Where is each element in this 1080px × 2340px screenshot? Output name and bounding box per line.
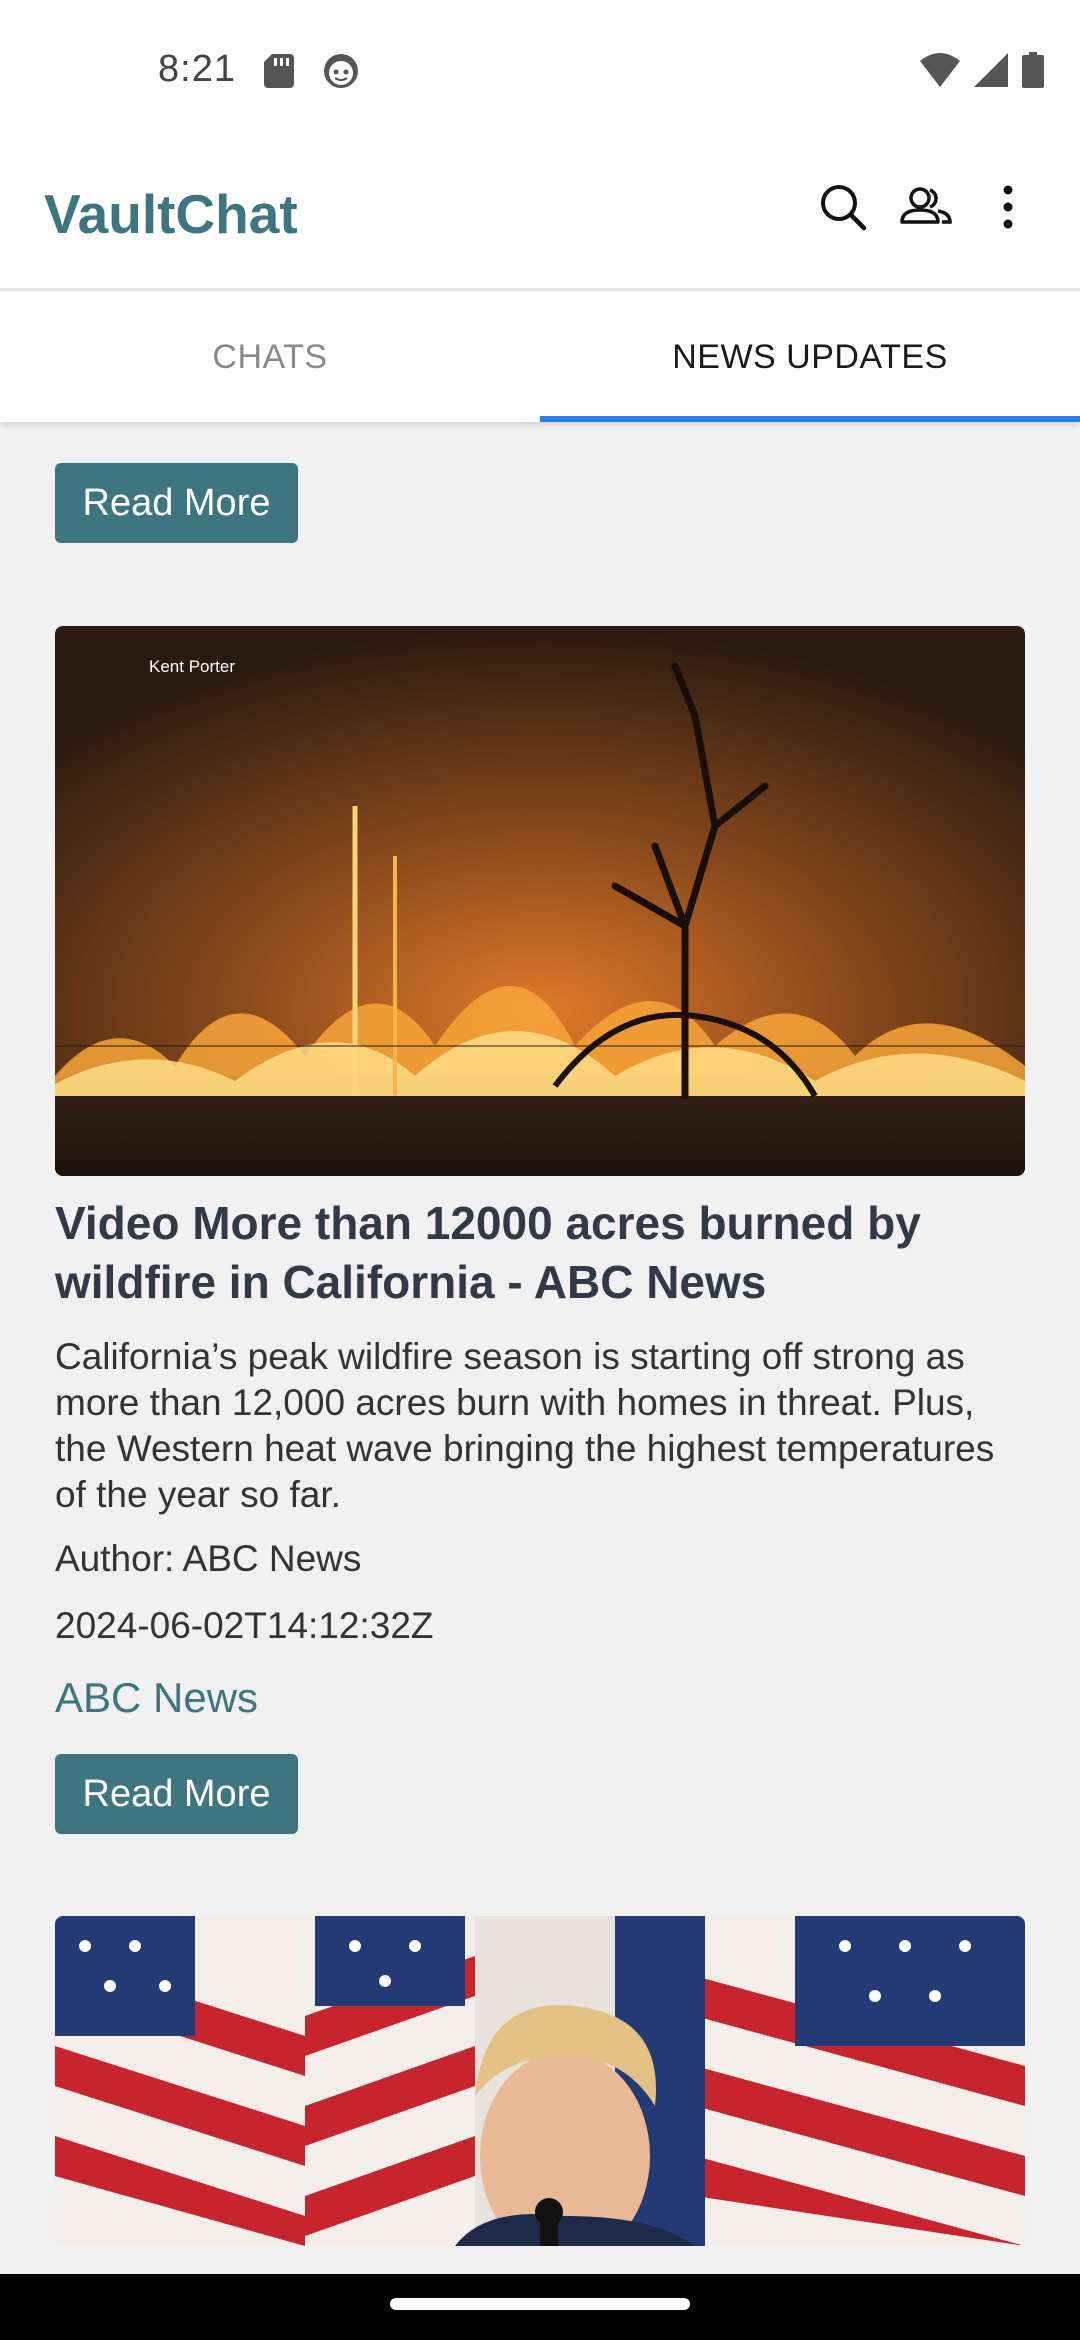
tab-bar: CHATS NEWS UPDATES <box>0 292 1080 422</box>
status-time: 8:21 <box>158 48 236 90</box>
contacts-icon[interactable] <box>898 182 954 237</box>
system-nav-bar <box>0 2274 1080 2340</box>
status-bar: 8:21 <box>0 0 1080 142</box>
more-vert-icon[interactable] <box>996 182 1020 237</box>
app-title: VaultChat <box>44 183 298 245</box>
search-icon[interactable] <box>818 182 868 237</box>
article-description: California’s peak wildfire season is sta… <box>55 1336 995 1515</box>
battery-icon <box>1022 52 1044 93</box>
tab-chats[interactable]: CHATS <box>0 292 540 422</box>
tab-indicator <box>540 416 1080 422</box>
news-image-flags <box>55 1916 1025 2246</box>
tab-news-updates[interactable]: NEWS UPDATES <box>540 292 1080 422</box>
app-bar: VaultChat <box>0 142 1080 290</box>
wifi-icon <box>920 53 960 92</box>
article-source-link[interactable]: ABC News <box>55 1674 258 1722</box>
news-image-wildfire: Kent Porter <box>55 626 1025 1176</box>
image-credit: Kent Porter <box>149 657 235 676</box>
article-title[interactable]: Video More than 12000 acres burned by wi… <box>55 1194 1025 1312</box>
read-more-button[interactable]: Read More <box>55 463 298 543</box>
article-author: Author: ABC News <box>55 1538 362 1579</box>
news-feed[interactable]: Read More Kent Porter Video More than 12… <box>0 424 1080 2274</box>
article-published-date: 2024-06-02T14:12:32Z <box>55 1605 434 1646</box>
sd-card-icon <box>264 54 294 93</box>
signal-icon <box>974 53 1008 92</box>
face-icon <box>322 52 360 95</box>
read-more-button[interactable]: Read More <box>55 1754 298 1834</box>
home-gesture-handle[interactable] <box>390 2298 690 2310</box>
